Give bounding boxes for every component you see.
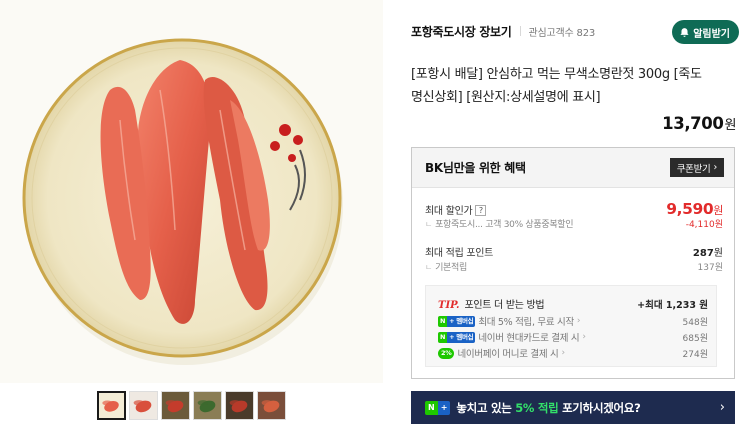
badge-n: N <box>425 400 438 415</box>
tip-row-membership[interactable]: N + 멤버십 최대 5% 적립, 무료 시작 › 548원 <box>438 314 708 328</box>
chevron-right-icon: › <box>582 332 586 342</box>
benefit-box: BK님만을 위한 혜택 쿠폰받기 › 최대 할인가? 9,590원 포항죽도시.… <box>411 147 735 379</box>
help-icon[interactable]: ? <box>475 205 487 216</box>
chevron-right-icon: › <box>561 348 565 358</box>
chevron-right-icon: › <box>713 162 718 173</box>
tip-row-card[interactable]: N + 멤버십 네이버 현대카드로 결제 시 › 685원 <box>438 330 708 344</box>
product-thumbnail[interactable] <box>225 391 254 420</box>
tip-row-value: 685원 <box>682 333 708 344</box>
banner-text: 놓치고 있는 5% 적립 포기하시겠어요? <box>456 400 719 416</box>
banner-text-before: 놓치고 있는 <box>456 400 516 415</box>
alarm-button-label: 알림받기 <box>693 28 730 40</box>
tip-header: TIP. 포인트 더 받는 방법 +최대 1,233 원 <box>438 293 708 312</box>
max-points-number: 287 <box>692 248 714 259</box>
product-price: 13,700원 <box>662 114 736 133</box>
badge-plus-label: + 멤버십 <box>447 331 476 343</box>
thumbnail-image <box>194 392 221 419</box>
price-value: 13,700 <box>662 114 724 133</box>
max-points-row: 최대 적립 포인트 287원 <box>425 244 723 259</box>
tip-row-value: 548원 <box>682 317 708 328</box>
product-thumbnail[interactable] <box>97 391 126 420</box>
benefit-title: BK님만을 위한 혜택 <box>425 161 526 175</box>
max-points-value: 287원 <box>693 244 723 259</box>
tip-row-text: 네이버 현대카드로 결제 시 <box>478 333 580 344</box>
max-discount-text: 최대 할인가 <box>425 206 473 217</box>
chevron-right-icon: › <box>719 400 725 415</box>
base-points-row: 기본적립 137원 <box>425 260 723 273</box>
thumbnail-image <box>258 392 285 419</box>
store-name-link[interactable]: 포항죽도시장 장보기 <box>411 23 512 40</box>
base-points-value: 137원 <box>697 263 723 273</box>
tip-row-text: 네이버페이 머니로 결제 시 <box>457 349 559 360</box>
tip-row-value: 274원 <box>682 349 708 360</box>
tip-max-points: +최대 1,233 원 <box>637 300 708 311</box>
naver-plus-membership-badge: N + 멤버십 <box>438 331 476 343</box>
naver-plus-membership-badge: N + 멤버십 <box>438 315 476 327</box>
thumbnail-strip <box>97 391 286 420</box>
tip-row-naverpay[interactable]: 2% 네이버페이 머니로 결제 시 › 274원 <box>438 346 708 360</box>
coupon-button-label: 쿠폰받기 <box>676 163 711 175</box>
max-points-label: 최대 적립 포인트 <box>425 248 494 259</box>
divider <box>519 26 521 36</box>
badge-label: 멤버십 <box>456 332 474 341</box>
badge-plus: + <box>449 332 455 341</box>
store-row: 포항죽도시장 장보기 관심고객수 823 알림받기 <box>411 20 739 44</box>
badge-plus: + <box>449 316 455 325</box>
thumbnail-image <box>99 393 124 418</box>
discount-detail-value: -4,110원 <box>685 220 723 230</box>
banner-highlight: 5% 적립 <box>515 400 559 415</box>
max-discount-label: 최대 할인가? <box>425 202 487 217</box>
badge-plus-label: + 멤버십 <box>447 315 476 327</box>
tip-title: 포인트 더 받는 방법 <box>464 300 545 311</box>
benefit-header: BK님만을 위한 혜택 쿠폰받기 › <box>412 148 734 188</box>
product-thumbnail[interactable] <box>193 391 222 420</box>
tip-title-wrap: TIP. 포인트 더 받는 방법 <box>438 293 545 312</box>
bell-icon <box>680 27 689 37</box>
tip-row-text: 최대 5% 적립, 무료 시작 <box>478 317 574 328</box>
naver-plus-badge: N + <box>425 400 451 415</box>
tip-row-link[interactable]: N + 멤버십 최대 5% 적립, 무료 시작 › <box>438 314 581 328</box>
badge-n: N <box>438 315 448 327</box>
product-thumbnail[interactable] <box>161 391 190 420</box>
tip-label: TIP. <box>438 300 460 311</box>
tip-row-link[interactable]: N + 멤버십 네이버 현대카드로 결제 시 › <box>438 330 586 344</box>
thumbnail-image <box>226 392 253 419</box>
discount-detail: 포항죽도시... 고객 30% 상품중복할인 <box>425 217 574 230</box>
max-discount-value: 9,590 <box>666 200 714 218</box>
followers-count: 관심고객수 823 <box>529 24 596 39</box>
badge-n: N <box>438 331 448 343</box>
banner-text-after: 포기하시겠어요? <box>558 400 641 415</box>
thumbnail-image <box>130 392 157 419</box>
base-points-label: 기본적립 <box>425 260 467 273</box>
discount-detail-row: 포항죽도시... 고객 30% 상품중복할인 -4,110원 <box>425 217 723 230</box>
followers-label: 관심고객수 <box>528 27 574 39</box>
max-discount-price: 9,590원 <box>666 200 723 218</box>
product-gallery <box>0 0 383 425</box>
product-main-image[interactable] <box>0 0 383 383</box>
followers-number: 823 <box>576 27 596 39</box>
membership-banner[interactable]: N + 놓치고 있는 5% 적립 포기하시겠어요? › <box>411 391 735 424</box>
tip-row-link[interactable]: 2% 네이버페이 머니로 결제 시 › <box>438 346 565 360</box>
naverpay-percent-badge: 2% <box>438 347 455 359</box>
badge-label: 멤버십 <box>456 316 474 325</box>
max-points-unit: 원 <box>713 248 723 259</box>
max-discount-unit: 원 <box>713 204 723 217</box>
product-thumbnail[interactable] <box>129 391 158 420</box>
coupon-button[interactable]: 쿠폰받기 › <box>669 158 724 177</box>
thumbnail-image <box>162 392 189 419</box>
chevron-right-icon: › <box>576 316 581 326</box>
badge-plus: + <box>437 400 451 415</box>
product-thumbnail[interactable] <box>257 391 286 420</box>
price-unit: 원 <box>724 118 736 133</box>
max-discount-row: 최대 할인가? 9,590원 <box>425 200 723 218</box>
product-title: [포항시 배달] 안심하고 먹는 무색소명란젓 300g [죽도 명신상회] [… <box>411 67 702 105</box>
alarm-button[interactable]: 알림받기 <box>672 20 739 44</box>
